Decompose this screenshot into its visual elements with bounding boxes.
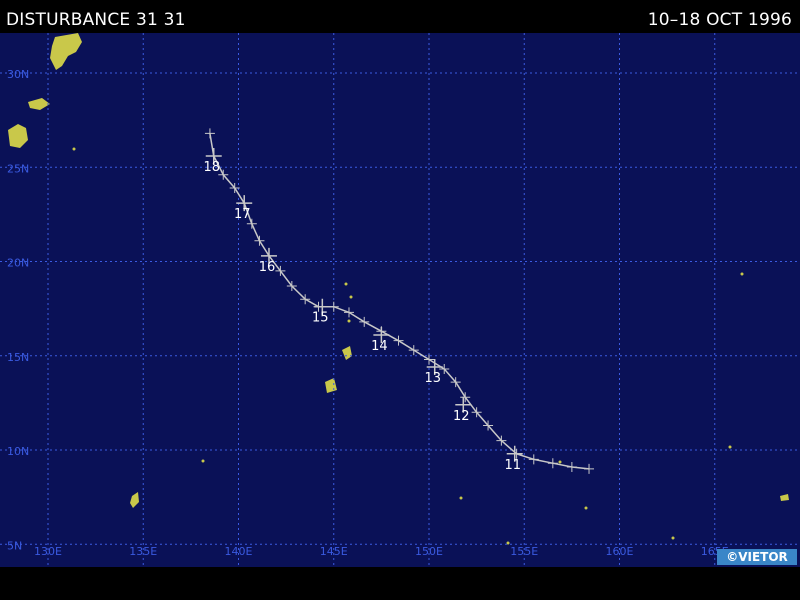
ocean-background <box>0 33 800 567</box>
land-islet <box>347 319 351 323</box>
land-islet <box>740 272 744 276</box>
land-islet <box>344 282 348 286</box>
latitude-label: 30N <box>7 68 29 81</box>
day-label: 15 <box>312 311 329 326</box>
land-islet <box>558 460 562 464</box>
longitude-label: 140E <box>225 545 253 558</box>
credit-badge: ©VIETOR <box>717 549 797 565</box>
land-islet <box>349 295 353 299</box>
day-label: 16 <box>259 260 276 275</box>
land-islet <box>201 459 205 463</box>
longitude-label: 150E <box>415 545 443 558</box>
longitude-label: 145E <box>320 545 348 558</box>
bottom-bar <box>0 567 800 600</box>
land-islet <box>72 147 76 151</box>
longitude-label: 130E <box>34 545 62 558</box>
day-label: 17 <box>234 207 251 222</box>
longitude-label: 135E <box>129 545 157 558</box>
latitude-label: 15N <box>7 351 29 364</box>
longitude-label: 160E <box>606 545 634 558</box>
day-label: 14 <box>371 339 388 354</box>
track-map: 130E 135E 140E 145E 150E 155E 160E 165E30N25N20… <box>0 33 800 567</box>
storm-title: DISTURBANCE 31 31 <box>6 10 186 30</box>
day-label: 11 <box>504 458 521 473</box>
day-label: 13 <box>424 371 441 386</box>
day-label: 12 <box>453 409 470 424</box>
title-bar: DISTURBANCE 31 31 10–18 OCT 1996 <box>0 0 800 33</box>
land-islet <box>459 496 463 500</box>
land-islet <box>728 445 732 449</box>
latitude-label: 20N <box>7 257 29 270</box>
land-islet <box>584 506 588 510</box>
land-islet <box>671 536 675 540</box>
longitude-label: 155E <box>510 545 538 558</box>
latitude-label: 10N <box>7 445 29 458</box>
latitude-label: 5N <box>7 539 22 552</box>
day-label: 18 <box>203 160 220 175</box>
date-range: 10–18 OCT 1996 <box>647 10 792 30</box>
latitude-label: 25N <box>7 162 29 175</box>
